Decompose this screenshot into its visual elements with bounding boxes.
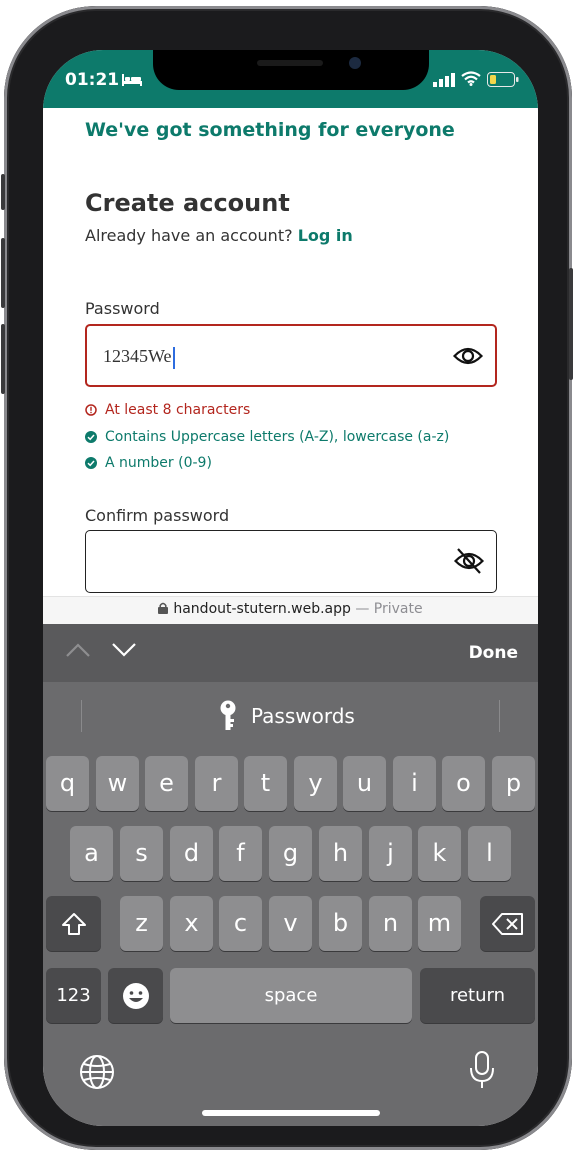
- key-t[interactable]: t: [244, 756, 287, 811]
- key-i[interactable]: i: [393, 756, 436, 811]
- check-icon: [85, 431, 97, 443]
- rule-upper-lower: Contains Uppercase letters (A-Z), lowerc…: [85, 429, 449, 445]
- mute-switch: [1, 174, 5, 210]
- password-value: 12345We: [103, 346, 175, 369]
- private-label: — Private: [355, 601, 423, 617]
- bed-icon: [121, 72, 143, 92]
- login-prompt-text: Already have an account?: [85, 226, 293, 245]
- key-w[interactable]: w: [96, 756, 139, 811]
- backspace-icon: [491, 913, 523, 935]
- battery-icon: [487, 72, 519, 91]
- key-c[interactable]: c: [219, 896, 262, 951]
- key-z[interactable]: z: [120, 896, 163, 951]
- suggestion-divider: [499, 700, 500, 732]
- volume-up-button: [1, 238, 5, 308]
- shift-key[interactable]: [46, 896, 101, 951]
- shift-icon: [61, 913, 86, 935]
- key-n[interactable]: n: [369, 896, 412, 951]
- confirm-password-label: Confirm password: [85, 506, 230, 525]
- key-h[interactable]: h: [319, 826, 362, 881]
- keyboard-accessory-bar: Done: [43, 624, 538, 682]
- volume-down-button: [1, 324, 5, 394]
- key-q[interactable]: q: [46, 756, 89, 811]
- eye-icon[interactable]: [452, 343, 484, 373]
- chevron-down-icon[interactable]: [111, 642, 137, 662]
- done-button[interactable]: Done: [469, 643, 518, 663]
- key-k[interactable]: k: [418, 826, 461, 881]
- key-m[interactable]: m: [418, 896, 461, 951]
- screen: 01:21 We've got something for everyone C…: [43, 50, 538, 1126]
- key-g[interactable]: g: [269, 826, 312, 881]
- chevron-up-icon[interactable]: [65, 642, 91, 662]
- emoji-key[interactable]: [108, 968, 163, 1023]
- status-bar: 01:21: [43, 50, 538, 108]
- camera-icon: [349, 57, 361, 69]
- numbers-key[interactable]: 123: [46, 968, 101, 1023]
- globe-icon[interactable]: [79, 1054, 115, 1094]
- power-button: [569, 268, 573, 380]
- key-y[interactable]: y: [294, 756, 337, 811]
- key-icon: [219, 700, 237, 736]
- page-title: Create account: [85, 189, 290, 217]
- home-indicator[interactable]: [202, 1110, 380, 1116]
- lock-icon: [158, 602, 169, 614]
- url-domain: handout-stutern.web.app: [173, 601, 351, 617]
- key-u[interactable]: u: [343, 756, 386, 811]
- key-f[interactable]: f: [219, 826, 262, 881]
- key-b[interactable]: b: [319, 896, 362, 951]
- key-l[interactable]: l: [468, 826, 511, 881]
- password-suggestion-bar: Passwords: [43, 682, 538, 750]
- space-key[interactable]: space: [170, 968, 412, 1023]
- key-x[interactable]: x: [170, 896, 213, 951]
- eye-off-icon[interactable]: [453, 548, 485, 578]
- text-caret: [172, 346, 175, 369]
- key-j[interactable]: j: [369, 826, 412, 881]
- key-s[interactable]: s: [120, 826, 163, 881]
- key-d[interactable]: d: [170, 826, 213, 881]
- rule-min-length: At least 8 characters: [85, 402, 250, 418]
- key-v[interactable]: v: [269, 896, 312, 951]
- login-prompt: Already have an account? Log in: [85, 226, 353, 245]
- return-key[interactable]: return: [420, 968, 535, 1023]
- microphone-icon[interactable]: [468, 1050, 496, 1094]
- key-r[interactable]: r: [195, 756, 238, 811]
- url-bar[interactable]: handout-stutern.web.app — Private: [43, 596, 538, 624]
- emoji-icon: [122, 983, 149, 1009]
- delete-key[interactable]: [480, 896, 535, 951]
- wifi-icon: [461, 71, 481, 90]
- tagline: We've got something for everyone: [85, 119, 455, 141]
- phone-frame: 01:21 We've got something for everyone C…: [1, 6, 573, 1150]
- signal-icon: [433, 72, 455, 91]
- passwords-suggestion[interactable]: Passwords: [251, 704, 355, 728]
- rule-number: A number (0-9): [85, 455, 212, 471]
- login-link[interactable]: Log in: [298, 226, 353, 245]
- key-p[interactable]: p: [492, 756, 535, 811]
- password-label: Password: [85, 299, 160, 318]
- notch: [153, 50, 429, 90]
- status-time: 01:21: [65, 70, 120, 90]
- password-input[interactable]: 12345We: [85, 324, 497, 387]
- confirm-password-input[interactable]: [85, 530, 497, 593]
- speaker: [257, 60, 323, 66]
- key-e[interactable]: e: [145, 756, 188, 811]
- check-icon: [85, 457, 97, 469]
- suggestion-divider: [81, 700, 82, 732]
- keyboard: Passwords q w e r t y u i o p a s d f g …: [43, 682, 538, 1126]
- key-o[interactable]: o: [442, 756, 485, 811]
- key-a[interactable]: a: [70, 826, 113, 881]
- error-icon: [85, 404, 97, 416]
